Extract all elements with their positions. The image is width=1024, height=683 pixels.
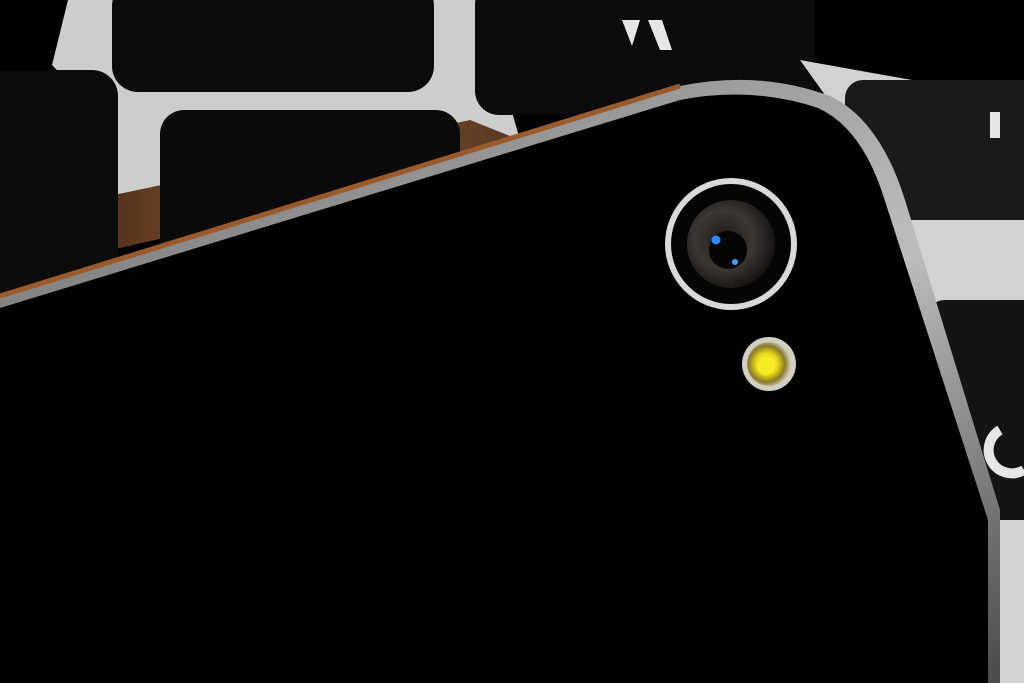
photo-illustration (0, 0, 1024, 683)
lens-highlight (732, 259, 738, 265)
flash-led-icon (742, 337, 796, 391)
keyboard-key (112, 0, 434, 92)
lens-highlight (711, 235, 721, 245)
key-legend-mark (990, 112, 1000, 138)
camera-lens-icon (665, 178, 797, 310)
photo-scene (0, 0, 1024, 683)
